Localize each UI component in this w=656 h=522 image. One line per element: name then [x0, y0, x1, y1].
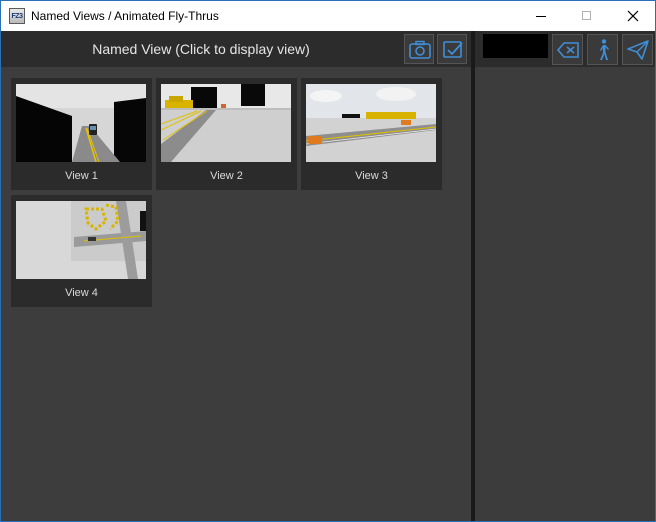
- minimize-button[interactable]: [518, 1, 564, 31]
- view-3-preview: [306, 84, 436, 162]
- app-window: FZ3 Named Views / Animated Fly-Thrus Nam…: [0, 0, 656, 522]
- window-title: Named Views / Animated Fly-Thrus: [31, 9, 219, 23]
- flythru-header: [475, 31, 655, 67]
- named-views-title: Named View (Click to display view): [92, 41, 310, 57]
- close-button[interactable]: [610, 1, 655, 31]
- backspace-delete-icon: [556, 42, 579, 58]
- view-4-preview: [16, 201, 146, 279]
- delete-button[interactable]: [552, 34, 583, 65]
- close-icon: [627, 10, 639, 22]
- view-thumbnail-4[interactable]: View 4: [11, 195, 152, 307]
- view-thumbnail-3[interactable]: View 3: [301, 78, 442, 190]
- named-views-header: Named View (Click to display view): [1, 31, 471, 67]
- walk-mode-button[interactable]: [587, 34, 618, 65]
- maximize-button[interactable]: [564, 1, 610, 31]
- camera-icon: [409, 40, 431, 59]
- paper-plane-icon: [627, 40, 649, 60]
- flythru-panel: [475, 31, 655, 521]
- send-button[interactable]: [622, 34, 653, 65]
- named-views-panel: Named View (Click to display view) View …: [1, 31, 471, 521]
- view-thumbnail-2[interactable]: View 2: [156, 78, 297, 190]
- view-4-label: View 4: [65, 287, 98, 299]
- walking-person-icon: [600, 39, 609, 60]
- view-2-preview: [161, 84, 291, 162]
- capture-view-button[interactable]: [404, 34, 434, 64]
- view-3-label: View 3: [355, 170, 388, 182]
- view-2-label: View 2: [210, 170, 243, 182]
- view-1-label: View 1: [65, 170, 98, 182]
- app-icon: FZ3: [9, 8, 25, 24]
- flythru-name-input[interactable]: [483, 34, 548, 58]
- view-1-preview: [16, 84, 146, 162]
- checkbox-icon: [443, 41, 463, 58]
- title-bar[interactable]: FZ3 Named Views / Animated Fly-Thrus: [1, 1, 655, 31]
- view-thumbnail-1[interactable]: View 1: [11, 78, 152, 190]
- select-views-button[interactable]: [437, 34, 467, 64]
